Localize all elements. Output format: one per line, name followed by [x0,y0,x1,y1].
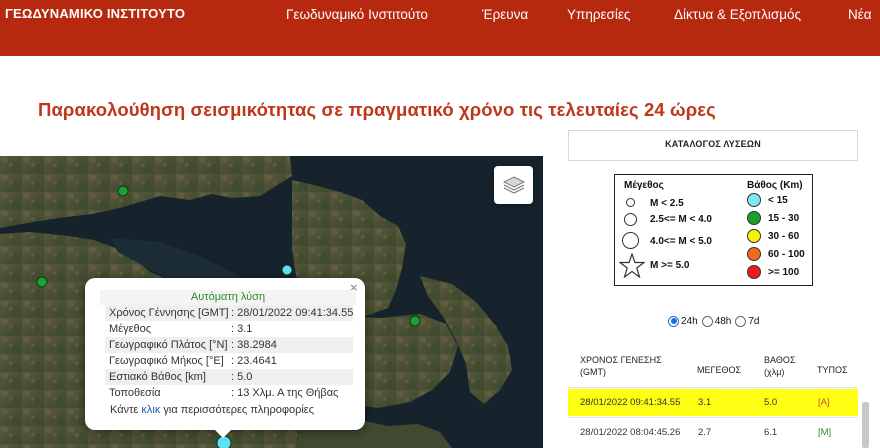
popup-row-longitude: Γεωγραφικό Μήκος [°E] : 23.4641 [105,353,353,369]
legend-magnitude-item: 2.5<= M < 4.0 [650,214,712,225]
legend-depth-item: >= 100 [768,267,800,278]
legend-depth-item: 30 - 60 [768,231,800,242]
popup-row-label: Εστιακό Βάθος [km] [109,371,206,383]
row-depth: 5.0 [764,397,778,408]
popup-row-label: Γεωγραφικό Μήκος [°E] [109,355,224,367]
popup-row-depth: Εστιακό Βάθος [km] : 5.0 [105,369,353,385]
depth-color-swatch [747,247,761,261]
row-depth: 6.1 [764,427,778,438]
header-magnitude[interactable]: ΜΕΓΕΘΟΣ [697,364,741,376]
magnitude-medium-icon [624,213,637,226]
nav-services[interactable]: Υπηρεσίες [567,7,630,22]
row-magnitude: 3.1 [698,397,712,408]
legend-magnitude-item: M < 2.5 [650,198,684,209]
row-time: 28/01/2022 09:41:34.55 [580,397,681,408]
legend-magnitude-item: M >= 5.0 [650,260,690,271]
header-origin-time-line2: (GMT) [580,367,606,377]
popup-row-value: : 5.0 [231,371,253,383]
row-type: [A] [818,397,830,408]
period-selector: 24h 48h 7d [668,314,764,328]
popup-row-value: : 23.4641 [231,355,277,367]
table-row[interactable]: 28/01/2022 09:41:34.55 3.1 5.0 [A] [568,389,858,416]
popup-row-label: Γεωγραφικό Πλάτος [°N] [109,339,228,351]
header-origin-time-line1: ΧΡΟΝΟΣ ΓΕΝΕΣΗΣ [580,355,662,365]
table-divider [568,417,858,418]
site-header: ΓΕΩΔΥΝΑΜΙΚΟ ΙΝΣΤΙΤΟΥΤΟ Γεωδυναμικό Ινστι… [0,0,880,56]
header-type[interactable]: ΤΥΠΟΣ [817,364,848,376]
table-row[interactable]: 28/01/2022 08:04:45.26 2.7 6.1 [M] [568,419,858,446]
row-time: 28/01/2022 08:04:45.26 [580,427,681,438]
legend-depth-item: 15 - 30 [768,213,800,224]
popup-more-suffix: για περισσότερες πληροφορίες [163,404,314,416]
earthquake-marker[interactable] [117,185,129,197]
legend-depth-item: < 15 [768,195,788,206]
legend-depth-title: Βάθος (Km) [747,180,803,191]
map-layers-button[interactable] [494,166,533,204]
depth-color-swatch [747,229,761,243]
table-divider [568,387,858,388]
popup-more-prefix: Κάντε [110,404,139,416]
panel-divider [568,160,858,161]
popup-row-label: Χρόνος Γέννησης [GMT] [109,307,229,319]
legend-depth-item: 60 - 100 [768,249,805,260]
period-radio-48h[interactable] [701,315,713,327]
popup-row-value: : 28/01/2022 09:41:34.55 [231,307,354,319]
nav-research[interactable]: Έρευνα [482,7,528,22]
popup-heading: Αυτόματη λύση [100,290,356,305]
popup-row-location: Τοποθεσία : 13 Χλμ. Α της Θήβας [105,385,353,401]
table-scrollbar[interactable] [862,402,869,448]
depth-color-swatch [747,265,761,279]
period-radio-7d[interactable] [735,315,747,327]
catalog-title: ΚΑΤΑΛΟΓΟΣ ΛΥΣΕΩΝ [665,139,761,149]
row-type: [M] [818,427,832,438]
magnitude-star-icon [619,253,645,278]
magnitude-small-icon [626,198,635,207]
header-origin-time[interactable]: ΧΡΟΝΟΣ ΓΕΝΕΣΗΣ (GMT) [580,354,662,378]
period-label-24h[interactable]: 24h [681,316,698,327]
popup-row-value: : 3.1 [231,323,253,335]
header-depth-line1: ΒΑΘΟΣ [764,355,796,365]
popup-more-link[interactable]: κλικ [141,404,160,416]
earthquake-marker[interactable] [281,264,293,276]
popup-more-info: Κάντε κλικ για περισσότερες πληροφορίες [110,404,314,416]
popup-pointer [214,429,232,438]
site-logo[interactable]: ΓΕΩΔΥΝΑΜΙΚΟ ΙΝΣΤΙΤΟΥΤΟ [5,6,185,21]
legend-magnitude-item: 4.0<= M < 5.0 [650,236,712,247]
popup-row-value: : 13 Χλμ. Α της Θήβας [231,387,339,399]
period-label-48h[interactable]: 48h [715,316,732,327]
earthquake-marker[interactable] [409,315,421,327]
depth-color-swatch [747,211,761,225]
magnitude-large-icon [622,232,639,249]
period-label-7d[interactable]: 7d [748,316,759,327]
legend-magnitude-title: Μέγεθος [624,180,664,191]
nav-networks-equipment[interactable]: Δίκτυα & Εξοπλισμός [674,7,801,22]
popup-row-origin-time: Χρόνος Γέννησης [GMT] : 28/01/2022 09:41… [105,305,353,321]
popup-row-label: Τοποθεσία [109,387,161,399]
popup-row-value: : 38.2984 [231,339,277,351]
popup-row-magnitude: Μέγεθος : 3.1 [105,321,353,337]
nav-geodynamic-institute[interactable]: Γεωδυναμικό Ινστιτούτο [286,7,428,22]
popup-row-latitude: Γεωγραφικό Πλάτος [°N] : 38.2984 [105,337,353,353]
depth-color-swatch [747,193,761,207]
nav-news[interactable]: Νέα [848,7,872,22]
row-magnitude: 2.7 [698,427,712,438]
popup-row-label: Μέγεθος [109,323,152,335]
header-depth-line2: (χλμ) [764,367,785,377]
period-radio-24h[interactable] [668,315,679,327]
earthquake-marker[interactable] [36,276,48,288]
layers-icon [502,176,525,194]
page-title: Παρακολούθηση σεισμικότητας σε πραγματικ… [38,99,716,120]
header-depth[interactable]: ΒΑΘΟΣ (χλμ) [764,354,795,378]
